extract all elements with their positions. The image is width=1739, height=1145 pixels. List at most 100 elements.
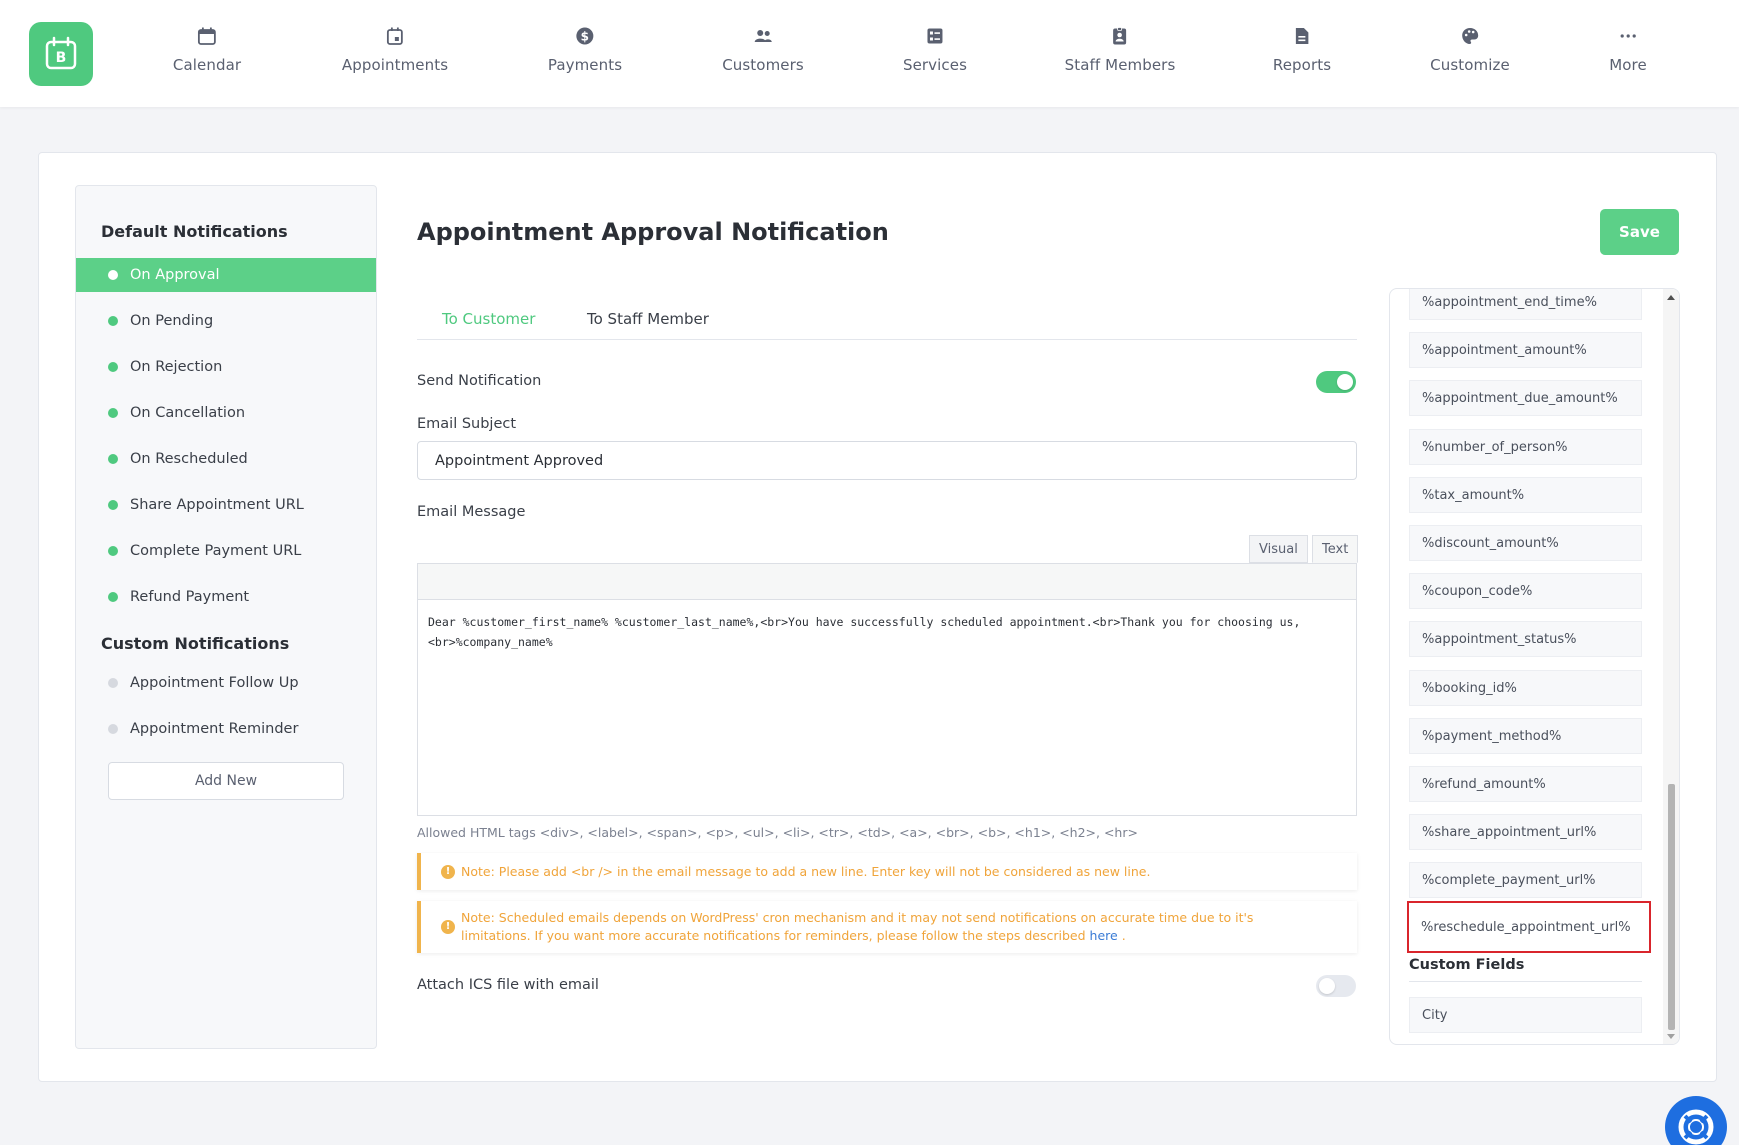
save-button[interactable]: Save (1600, 209, 1679, 255)
warning-icon: ! (441, 920, 455, 934)
nav-label: Staff Members (1064, 56, 1176, 74)
services-icon (927, 28, 943, 44)
placeholder-item-highlighted[interactable]: %reschedule_appointment_url% (1407, 901, 1651, 953)
note-body: Note: Scheduled emails depends on WordPr… (461, 910, 1254, 943)
custom-fields-heading: Custom Fields (1409, 957, 1642, 982)
nav-label: Customers (722, 56, 804, 74)
status-dot (108, 546, 118, 556)
sidebar-item-refund-payment[interactable]: Refund Payment (76, 580, 376, 614)
placeholder-panel: %appointment_end_time% %appointment_amou… (1389, 288, 1680, 1045)
email-message-textarea[interactable]: Dear %customer_first_name% %customer_las… (417, 599, 1357, 816)
sidebar-item-on-pending[interactable]: On Pending (76, 304, 376, 338)
nav-label: Payments (547, 56, 623, 74)
note-cron: ! Note: Scheduled emails depends on Word… (417, 901, 1357, 953)
placeholder-item[interactable]: %number_of_person% (1409, 429, 1642, 465)
sidebar-item-complete-payment-url[interactable]: Complete Payment URL (76, 534, 376, 568)
sidebar-item-label: On Approval (130, 267, 220, 283)
appointment-icon (387, 27, 403, 45)
nav-staff-members[interactable]: Staff Members (1065, 26, 1176, 74)
note-text: Note: Please add <br /> in the email mes… (461, 863, 1151, 879)
placeholder-item[interactable]: %appointment_due_amount% (1409, 380, 1642, 416)
top-navigation: B Calendar Appointments $ Payments Custo… (0, 0, 1739, 107)
placeholder-item[interactable]: %complete_payment_url% (1409, 862, 1642, 898)
help-button[interactable] (1665, 1096, 1727, 1145)
nav-customers[interactable]: Customers (722, 26, 804, 74)
send-notification-toggle[interactable] (1316, 371, 1356, 393)
placeholder-item[interactable]: %appointment_end_time% (1409, 289, 1642, 320)
warning-icon: ! (441, 864, 455, 879)
palette-icon (1461, 28, 1478, 44)
nav-services[interactable]: Services (903, 26, 967, 74)
placeholder-item[interactable]: %refund_amount% (1409, 766, 1642, 802)
svg-text:B: B (56, 50, 67, 66)
sidebar-item-label: Complete Payment URL (130, 543, 302, 559)
sidebar-item-on-approval[interactable]: On Approval (76, 258, 376, 292)
toggle-knob (1337, 374, 1353, 390)
note-new-line: ! Note: Please add <br /> in the email m… (417, 853, 1357, 890)
placeholder-item[interactable]: %appointment_amount% (1409, 332, 1642, 368)
nav-label: Calendar (172, 56, 242, 74)
placeholder-item[interactable]: %appointment_status% (1409, 621, 1642, 657)
sidebar-item-label: Share Appointment URL (130, 497, 304, 513)
recipient-tabs: To Customer To Staff Member (417, 300, 1357, 340)
sidebar-item-appointment-reminder[interactable]: Appointment Reminder (76, 712, 376, 746)
status-dot (108, 454, 118, 464)
email-subject-input[interactable] (417, 441, 1357, 480)
logo-icon: B (45, 36, 77, 70)
tab-to-staff-member[interactable]: To Staff Member (587, 310, 709, 328)
sidebar-item-on-rescheduled[interactable]: On Rescheduled (76, 442, 376, 476)
placeholder-item[interactable]: %tax_amount% (1409, 477, 1642, 513)
placeholder-item[interactable]: %share_appointment_url% (1409, 814, 1642, 850)
nav-label: Reports (1272, 56, 1332, 74)
nav-reports[interactable]: Reports (1273, 26, 1331, 74)
placeholder-item[interactable]: %coupon_code% (1409, 573, 1642, 609)
nav-more[interactable]: More (1609, 26, 1647, 74)
scroll-thumb[interactable] (1668, 784, 1675, 1030)
allowed-tags-hint: Allowed HTML tags <div>, <label>, <span>… (417, 825, 1138, 840)
lifebuoy-icon (1678, 1109, 1714, 1145)
tab-to-customer[interactable]: To Customer (442, 310, 535, 328)
custom-notifications-heading: Custom Notifications (101, 634, 290, 653)
add-new-button[interactable]: Add New (108, 762, 344, 800)
editor-tab-text[interactable]: Text (1312, 535, 1359, 563)
toggle-knob (1319, 978, 1335, 994)
scroll-down-arrow-icon[interactable] (1667, 1034, 1675, 1039)
attach-ics-label: Attach ICS file with email (417, 977, 599, 993)
sidebar-item-label: Appointment Reminder (130, 721, 299, 737)
status-dot (108, 500, 118, 510)
nav-label: Appointments (341, 56, 449, 74)
staff-icon (1113, 27, 1127, 45)
sidebar-item-label: Refund Payment (130, 589, 250, 605)
nav-appointments[interactable]: Appointments (342, 26, 448, 74)
nav-customize[interactable]: Customize (1430, 26, 1510, 74)
nav-label: More (1609, 56, 1647, 74)
sidebar-item-on-cancellation[interactable]: On Cancellation (76, 396, 376, 430)
sidebar-item-label: On Cancellation (130, 405, 246, 421)
nav-calendar[interactable]: Calendar (173, 26, 241, 74)
note-here-link[interactable]: here (1090, 928, 1118, 943)
notifications-sidebar: Default Notifications On Approval On Pen… (75, 185, 377, 1049)
dollar-icon: $ (576, 27, 594, 45)
placeholder-item[interactable]: %booking_id% (1409, 670, 1642, 706)
sidebar-item-share-appointment-url[interactable]: Share Appointment URL (76, 488, 376, 522)
email-message-label: Email Message (417, 504, 526, 520)
custom-field-item[interactable]: City (1409, 997, 1642, 1033)
calendar-icon (198, 27, 216, 45)
placeholder-scrollbar[interactable] (1663, 289, 1679, 1044)
placeholder-item[interactable]: %payment_method% (1409, 718, 1642, 754)
scroll-up-arrow-icon[interactable] (1667, 295, 1675, 300)
more-icon (1620, 34, 1636, 38)
attach-ics-toggle[interactable] (1316, 975, 1356, 997)
app-logo[interactable]: B (29, 22, 93, 86)
status-dot (108, 316, 118, 326)
status-dot (108, 592, 118, 602)
note-end: . (1121, 928, 1126, 943)
status-dot (108, 724, 118, 734)
sidebar-item-on-rejection[interactable]: On Rejection (76, 350, 376, 384)
sidebar-item-appointment-follow-up[interactable]: Appointment Follow Up (76, 666, 376, 700)
placeholder-item[interactable]: %discount_amount% (1409, 525, 1642, 561)
status-dot (108, 678, 118, 688)
nav-payments[interactable]: $ Payments (548, 26, 622, 74)
sidebar-item-label: On Pending (130, 313, 214, 329)
editor-tab-visual[interactable]: Visual (1249, 535, 1308, 563)
